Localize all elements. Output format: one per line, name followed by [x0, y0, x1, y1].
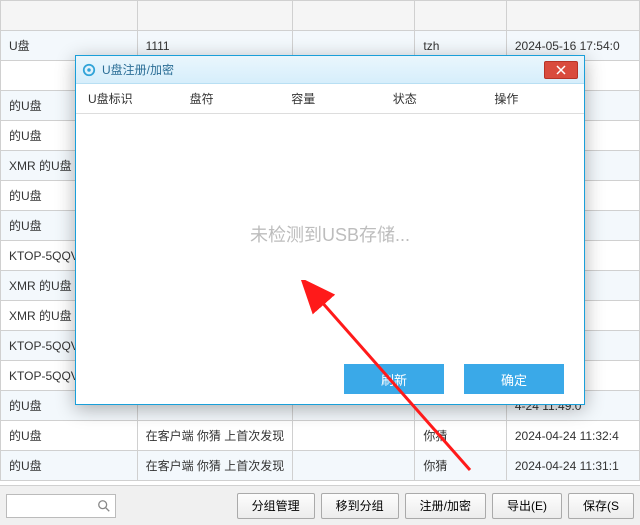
table-cell: 的U盘: [1, 421, 138, 451]
refresh-button[interactable]: 刷新: [344, 364, 444, 394]
table-cell: [293, 421, 415, 451]
empty-message: 未检测到USB存储...: [250, 221, 410, 247]
table-row[interactable]: 的U盘在客户端 你猜 上首次发现 你猜2024-04-24 11:32:4: [1, 421, 640, 451]
group-manage-button[interactable]: 分组管理: [237, 493, 315, 519]
table-cell: 2024-04-24 11:32:4: [506, 421, 639, 451]
close-button[interactable]: [544, 61, 578, 79]
table-cell: 2024-04-24 11:31:1: [506, 451, 639, 481]
dialog-body: 未检测到USB存储...: [76, 114, 584, 354]
col-id: U盘标识: [76, 90, 178, 107]
save-button[interactable]: 保存(S: [568, 493, 634, 519]
register-encrypt-button[interactable]: 注册/加密: [405, 493, 486, 519]
move-group-button[interactable]: 移到分组: [321, 493, 399, 519]
bottom-toolbar: 分组管理 移到分组 注册/加密 导出(E) 保存(S: [0, 485, 640, 525]
table-cell: 的U盘: [1, 451, 138, 481]
export-button[interactable]: 导出(E): [492, 493, 562, 519]
main-table-header-row: [1, 1, 640, 31]
dialog-titlebar: U盘注册/加密: [76, 56, 584, 84]
table-cell: 你猜: [415, 451, 506, 481]
table-cell: [293, 451, 415, 481]
table-cell: 在客户端 你猜 上首次发现: [137, 451, 293, 481]
dialog-title-text: U盘注册/加密: [102, 61, 174, 78]
ok-button[interactable]: 确定: [464, 364, 564, 394]
search-input[interactable]: [6, 494, 116, 518]
close-icon: [556, 65, 566, 75]
usb-register-dialog: U盘注册/加密 U盘标识 盘符 容量 状态 操作 未检测到USB存储... 刷新…: [75, 55, 585, 405]
dialog-footer: 刷新 确定: [76, 354, 584, 404]
search-icon: [97, 499, 111, 513]
table-row[interactable]: 的U盘在客户端 你猜 上首次发现 你猜2024-04-24 11:31:1: [1, 451, 640, 481]
dialog-column-headers: U盘标识 盘符 容量 状态 操作: [76, 84, 584, 114]
col-action: 操作: [482, 90, 584, 107]
col-drive: 盘符: [178, 90, 280, 107]
col-status: 状态: [381, 90, 483, 107]
table-cell: 在客户端 你猜 上首次发现: [137, 421, 293, 451]
col-capacity: 容量: [279, 90, 381, 107]
app-icon: [82, 63, 96, 77]
table-cell: 你猜: [415, 421, 506, 451]
